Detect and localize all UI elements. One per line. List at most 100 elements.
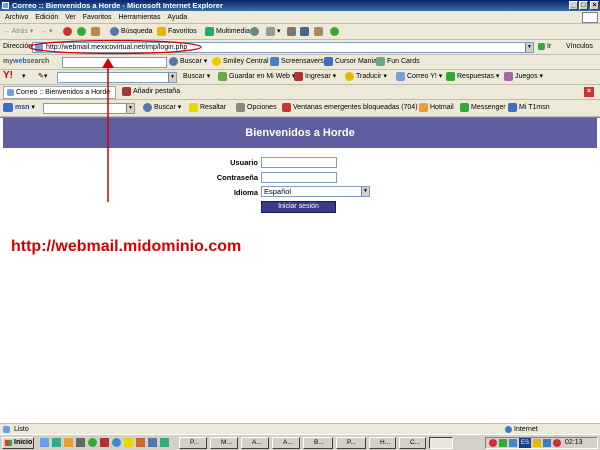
quicklaunch-word-icon[interactable] [148, 438, 157, 447]
close-button[interactable]: × [590, 1, 599, 10]
history-button[interactable] [250, 26, 261, 38]
stop-button[interactable] [63, 26, 74, 38]
highlight-button[interactable]: Resaltar [189, 102, 226, 114]
highlighter-icon [189, 102, 198, 112]
my-msn-button[interactable]: Mi T1msn [508, 102, 550, 114]
page-icon [35, 44, 43, 52]
forward-button[interactable]: → ▾ [40, 26, 52, 38]
task-button[interactable]: C... [399, 437, 426, 449]
pencil-icon[interactable]: ✎▾ [38, 71, 47, 83]
mail-button[interactable]: ▾ [266, 26, 281, 38]
yahoo-mail-button[interactable]: Correo Y! ▾ [396, 71, 442, 83]
menu-bar: Archivo Edición Ver Favoritos Herramient… [0, 11, 600, 24]
maximize-button[interactable]: □ [579, 1, 588, 10]
edit-button[interactable] [300, 26, 311, 38]
refresh-button[interactable] [77, 26, 88, 38]
start-button[interactable]: Inicio [2, 437, 34, 449]
taskbar: Inicio P... M... A... A... B... P... H..… [0, 434, 600, 450]
buddy-icon [460, 102, 469, 112]
yahoo-search-dropdown[interactable]: ▼ [168, 73, 176, 82]
close-tab-button[interactable]: × [584, 87, 594, 97]
task-button-active[interactable] [429, 437, 453, 449]
hotmail-button[interactable]: Hotmail [419, 102, 454, 114]
quicklaunch-media-icon[interactable] [112, 438, 121, 447]
tray-icon[interactable] [533, 439, 541, 447]
popup-blocker-button[interactable]: Ventanas emergentes bloqueadas (704) ▾ [282, 102, 423, 114]
tray-icon[interactable] [543, 439, 551, 447]
go-button[interactable]: Ir [538, 41, 551, 53]
save-to-my-web-button[interactable]: Guardar en Mi Web ▾ [218, 71, 295, 83]
task-button[interactable]: A... [272, 437, 300, 449]
address-dropdown[interactable]: ▼ [525, 43, 533, 52]
search-toolbar-button[interactable]: Búsqueda [110, 26, 153, 38]
search-icon [110, 26, 119, 36]
address-input[interactable]: http://webmail.mexicovirtual.net/imp/log… [32, 42, 534, 53]
status-bar: Listo Internet [0, 423, 600, 434]
quicklaunch-folder-icon[interactable] [64, 438, 73, 447]
menu-ver[interactable]: Ver [65, 11, 76, 24]
games-button[interactable]: Juegos ▾ [504, 71, 543, 83]
links-button[interactable]: Vínculos [566, 41, 593, 53]
tray-icon[interactable] [509, 439, 517, 447]
minimize-button[interactable]: _ [569, 1, 578, 10]
menu-favoritos[interactable]: Favoritos [83, 11, 112, 24]
screensavers-button[interactable]: Screensavers [270, 56, 324, 68]
mywebsearch-search-button[interactable]: Buscar ▾ [169, 56, 207, 68]
tray-icon[interactable] [553, 439, 561, 447]
quicklaunch-desktop-icon[interactable] [52, 438, 61, 447]
discuss-button[interactable] [314, 26, 325, 38]
yahoo-search-button[interactable]: Buscar ▾ [183, 71, 210, 83]
tray-icon[interactable] [489, 439, 497, 447]
mywebsearch-input[interactable] [62, 57, 167, 68]
task-button[interactable]: P... [336, 437, 366, 449]
quicklaunch-excel-icon[interactable] [160, 438, 169, 447]
msn-search-input[interactable]: ▼ [43, 103, 135, 114]
options-button[interactable]: Opciones [236, 102, 277, 114]
add-tab-button[interactable]: Añadir pestaña [122, 86, 180, 98]
menu-herramientas[interactable]: Herramientas [118, 11, 160, 24]
task-button[interactable]: H... [369, 437, 396, 449]
answers-button[interactable]: Respuestas ▾ [446, 71, 499, 83]
tab-bar: Correo :: Bienvenidos a Horde Añadir pes… [0, 85, 600, 100]
task-button[interactable]: A... [241, 437, 269, 449]
quicklaunch-cmd-icon[interactable] [76, 438, 85, 447]
menu-ayuda[interactable]: Ayuda [167, 11, 187, 24]
tab-active[interactable]: Correo :: Bienvenidos a Horde [3, 86, 116, 99]
yahoo-logo[interactable]: Y! [3, 70, 13, 82]
menu-edicion[interactable]: Edición [35, 11, 58, 24]
quicklaunch-app-icon[interactable] [100, 438, 109, 447]
fun-cards-button[interactable]: Fun Cards [376, 56, 420, 68]
translate-button[interactable]: Traducir ▾ [345, 71, 387, 83]
print-button[interactable] [287, 26, 298, 38]
quicklaunch-ie-icon[interactable] [40, 438, 49, 447]
task-button[interactable]: M... [210, 437, 238, 449]
home-button[interactable] [91, 26, 102, 38]
msn-search-dropdown[interactable]: ▼ [126, 104, 134, 113]
quicklaunch-misc-icon[interactable] [124, 438, 133, 447]
yahoo-menu-dropdown[interactable]: ▾ [22, 71, 26, 83]
language-indicator[interactable]: ES [519, 438, 531, 448]
task-button[interactable]: B... [303, 437, 333, 449]
tray-icon[interactable] [499, 439, 507, 447]
yahoo-search-input[interactable]: ▼ [57, 72, 177, 83]
messenger-toolbar-button[interactable]: Messenger [460, 102, 506, 114]
clock: 02:13 p.m. [565, 439, 583, 450]
multimedia-button[interactable]: Multimedia [205, 26, 250, 38]
ie-icon [2, 2, 9, 9]
blocked-icon [282, 102, 291, 112]
quicklaunch-firefox-icon[interactable] [136, 438, 145, 447]
messenger-button[interactable] [330, 26, 341, 38]
cursor-mania-button[interactable]: Cursor Mania [324, 56, 377, 68]
window-title: Correo :: Bienvenidos a Horde - Microsof… [12, 1, 223, 10]
windows-logo [582, 12, 598, 23]
back-button[interactable]: ← Atrás ▾ [3, 26, 33, 38]
menu-archivo[interactable]: Archivo [5, 11, 28, 24]
msn-button[interactable]: msn ▾ [3, 102, 35, 114]
quicklaunch-messenger-icon[interactable] [88, 438, 97, 447]
favorites-toolbar-button[interactable]: Favoritos [157, 26, 197, 38]
msn-search-button[interactable]: Buscar ▾ [143, 102, 181, 114]
task-button[interactable]: P... [179, 437, 207, 449]
yahoo-toolbar: Y! ▾ ✎▾ ▼ Buscar ▾ Guardar en Mi Web ▾ I… [0, 70, 600, 85]
smiley-central-button[interactable]: Smiley Central [212, 56, 269, 68]
signin-button[interactable]: Ingresar ▾ [294, 71, 336, 83]
